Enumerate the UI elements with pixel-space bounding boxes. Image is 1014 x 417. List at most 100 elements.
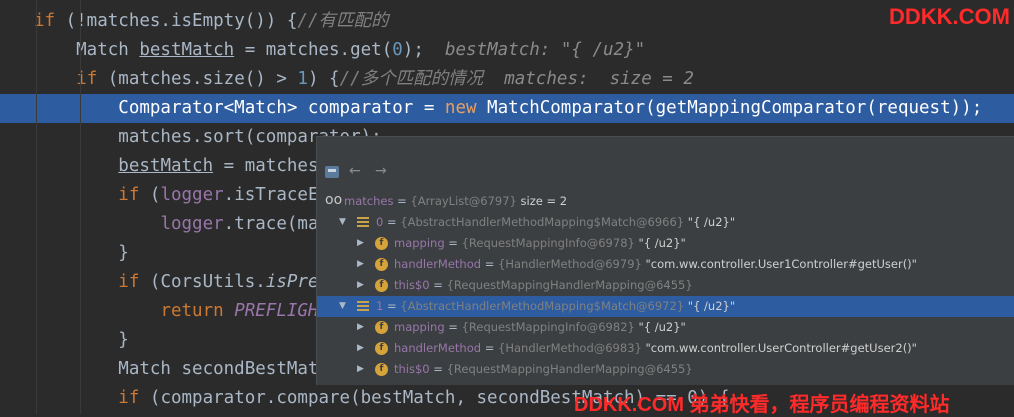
variable-name: mapping — [394, 236, 445, 250]
field-icon: f — [375, 363, 388, 376]
list-icon — [357, 217, 369, 228]
variable-type: {AbstractHandlerMethodMapping$Match@6966… — [400, 215, 685, 229]
tree-node-label: mapping = {RequestMappingInfo@6978} "{ /… — [394, 233, 686, 254]
back-arrow-icon[interactable]: ← — [349, 164, 365, 178]
list-icon — [357, 301, 369, 312]
tree-node-label: handlerMethod = {HandlerMethod@6979} "co… — [394, 254, 917, 275]
code-token: 1 — [297, 69, 308, 89]
tree-node-label: handlerMethod = {HandlerMethod@6983} "co… — [394, 338, 917, 359]
equals-sign: = — [429, 278, 447, 292]
equals-sign: = — [383, 299, 401, 313]
code-token: 0 — [392, 40, 403, 60]
tree-node-matches[interactable]: oo matches = {ArrayList@6797} size = 2 — [317, 191, 1014, 212]
watermark-bottom: DDKK.COM 弟弟快看，程序员编程资料站 — [574, 394, 950, 416]
current-execution-line[interactable]: Comparator<Match> comparator = new Match… — [0, 94, 1014, 123]
code-token: logger — [160, 214, 224, 234]
variable-type: {RequestMappingInfo@6978} — [461, 236, 635, 250]
variable-type: {ArrayList@6797} — [410, 194, 517, 208]
equals-sign: = — [481, 341, 499, 355]
code-line[interactable]: Match bestMatch = matches.get(0); bestMa… — [0, 36, 1014, 65]
code-token: (!matches.isEmpty()) { — [55, 11, 298, 31]
code-line[interactable]: if (matches.size() > 1) {//多个匹配的情况 match… — [0, 65, 1014, 94]
field-icon: f — [375, 258, 388, 271]
variable-name: mapping — [394, 320, 445, 334]
watermark-top: DDKK.COM — [889, 4, 1010, 29]
code-token: bestMatch — [118, 156, 214, 176]
variable-type: {RequestMappingHandlerMapping@6455} — [446, 278, 693, 292]
code-token: MatchComparator(getMappingComparator(req… — [476, 98, 983, 118]
variable-type: {HandlerMethod@6979} — [498, 257, 642, 271]
tree-node-this0[interactable]: ▶ f this$0 = {RequestMappingHandlerMapping… — [317, 275, 1014, 296]
tree-node-label: 0 = {AbstractHandlerMethodMapping$Match@… — [376, 212, 735, 233]
variable-value: "com.ww.controller.UserController#getUse… — [645, 341, 917, 355]
expand-arrow-icon[interactable]: ▶ — [357, 254, 364, 275]
code-token: return — [160, 301, 224, 321]
variable-type: {RequestMappingInfo@6982} — [461, 320, 635, 334]
tree-node-1[interactable]: ▼ 1 = {AbstractHandlerMethodMapping$Match… — [317, 296, 1014, 317]
tree-node-mapping[interactable]: ▶ f mapping = {RequestMappingInfo@6978} "{… — [317, 233, 1014, 254]
code-token: = matches.get( — [234, 40, 393, 60]
expand-arrow-icon[interactable]: ▶ — [357, 275, 364, 296]
field-icon: f — [375, 237, 388, 250]
indent-guide — [36, 0, 37, 414]
code-token: if — [34, 11, 56, 31]
field-icon: f — [375, 342, 388, 355]
equals-sign: = — [481, 257, 499, 271]
variable-value: "{ /u2}" — [638, 320, 686, 334]
variable-name: handlerMethod — [394, 341, 482, 355]
tree-node-handlermethod[interactable]: ▶ f handlerMethod = {HandlerMethod@6983} "… — [317, 338, 1014, 359]
tree-node-label: this$0 = {RequestMappingHandlerMapping@6… — [394, 275, 693, 296]
evaluate-expression-icon[interactable] — [325, 166, 339, 178]
code-token: } — [34, 330, 129, 350]
code-token: if — [118, 272, 140, 292]
collapse-arrow-icon[interactable]: ▼ — [339, 296, 346, 317]
variable-name: this$0 — [394, 278, 430, 292]
code-token: Comparator<Match> comparator = — [34, 98, 445, 118]
variable-type: {RequestMappingHandlerMapping@6455} — [446, 362, 693, 376]
tree-node-label: mapping = {RequestMappingInfo@6982} "{ /… — [394, 317, 686, 338]
forward-arrow-icon[interactable]: → — [375, 164, 391, 178]
code-token: ( — [139, 185, 161, 205]
code-token: if — [118, 388, 140, 408]
tree-node-label: this$0 = {RequestMappingHandlerMapping@6… — [394, 359, 693, 380]
variable-type: {HandlerMethod@6983} — [498, 341, 642, 355]
code-line[interactable]: if (!matches.isEmpty()) {//有匹配的 — [0, 7, 1014, 36]
code-token: matches: size = 2 — [504, 69, 694, 89]
expand-arrow-icon[interactable]: ▶ — [357, 317, 364, 338]
equals-sign: = — [393, 194, 411, 208]
code-token: bestMatch — [139, 40, 235, 60]
tree-node-0[interactable]: ▼ 0 = {AbstractHandlerMethodMapping$Match… — [317, 212, 1014, 233]
code-token: logger — [160, 185, 224, 205]
equals-sign: = — [444, 320, 462, 334]
variable-name: this$0 — [394, 362, 430, 376]
field-icon: f — [375, 321, 388, 334]
debugger-inspect-popup[interactable]: ← → oo matches = {ArrayList@6797} size = … — [316, 136, 1014, 385]
variable-name: handlerMethod — [394, 257, 482, 271]
code-token: ); — [402, 40, 445, 60]
tree-node-label: matches = {ArrayList@6797} size = 2 — [344, 191, 567, 212]
code-token: //多个匹配的情况 — [339, 69, 505, 89]
equals-sign: = — [383, 215, 401, 229]
variable-value: "com.ww.controller.User1Controller#getUs… — [645, 257, 917, 271]
collapse-arrow-icon[interactable]: ▼ — [339, 212, 346, 233]
variable-value: "{ /u2}" — [638, 236, 686, 250]
code-token: //有匹配的 — [297, 11, 389, 31]
variable-value: "{ /u2}" — [687, 215, 736, 229]
variable-value: size = 2 — [520, 194, 568, 208]
popup-toolbar: ← → — [317, 137, 1014, 181]
expand-arrow-icon[interactable]: ▶ — [357, 359, 364, 380]
tree-node-this0[interactable]: ▶ f this$0 = {RequestMappingHandlerMapping… — [317, 359, 1014, 380]
expand-arrow-icon[interactable]: ▶ — [357, 338, 364, 359]
tree-node-handlermethod[interactable]: ▶ f handlerMethod = {HandlerMethod@6979} "… — [317, 254, 1014, 275]
equals-sign: = — [444, 236, 462, 250]
tree-node-mapping[interactable]: ▶ f mapping = {RequestMappingInfo@6982} "{… — [317, 317, 1014, 338]
watch-infinity-icon: oo — [325, 192, 343, 208]
expand-arrow-icon[interactable]: ▶ — [357, 233, 364, 254]
